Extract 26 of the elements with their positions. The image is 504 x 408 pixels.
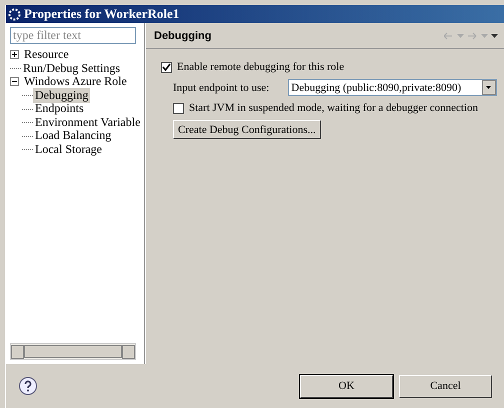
dialog-button[interactable]: Cancel bbox=[399, 374, 492, 398]
endpoint-label: Input endpoint to use: bbox=[173, 82, 270, 94]
navigation-arrows-icon[interactable] bbox=[444, 32, 498, 40]
filter-field[interactable]: type filter text bbox=[10, 27, 136, 44]
tree-item[interactable]: Load Balancing bbox=[33, 128, 114, 144]
app-icon bbox=[8, 8, 21, 20]
tree-item[interactable]: Windows Azure Role bbox=[22, 74, 129, 90]
expand-icon[interactable] bbox=[10, 50, 19, 60]
horizontal-scrollbar[interactable] bbox=[10, 343, 136, 360]
checkbox[interactable] bbox=[173, 102, 184, 114]
tree-item[interactable]: Debugging bbox=[33, 88, 90, 103]
checkbox[interactable] bbox=[161, 62, 172, 72]
page-title: Debugging bbox=[154, 30, 212, 42]
create-configurations-button[interactable]: Create Debug Configurations... bbox=[173, 120, 321, 139]
tree-item[interactable]: Local Storage bbox=[33, 142, 104, 157]
checkbox-label: Enable remote debugging for this role bbox=[177, 61, 344, 73]
tree-item[interactable]: Run/Debug Settings bbox=[21, 60, 122, 76]
help-icon[interactable] bbox=[18, 376, 38, 396]
collapse-icon[interactable] bbox=[10, 77, 19, 86]
window-title: Properties for WorkerRole1 bbox=[24, 6, 180, 22]
endpoint-dropdown[interactable]: Debugging (public:8090,private:8090) bbox=[288, 79, 498, 96]
checkbox-label: Start JVM in suspended mode, waiting for a debugger connection bbox=[189, 102, 478, 114]
tree-item[interactable]: Resource bbox=[22, 47, 71, 62]
dialog-button[interactable]: OK bbox=[300, 374, 393, 398]
tree-item[interactable]: Endpoints bbox=[33, 101, 86, 116]
tree-item[interactable]: Environment Variable bbox=[33, 114, 142, 130]
